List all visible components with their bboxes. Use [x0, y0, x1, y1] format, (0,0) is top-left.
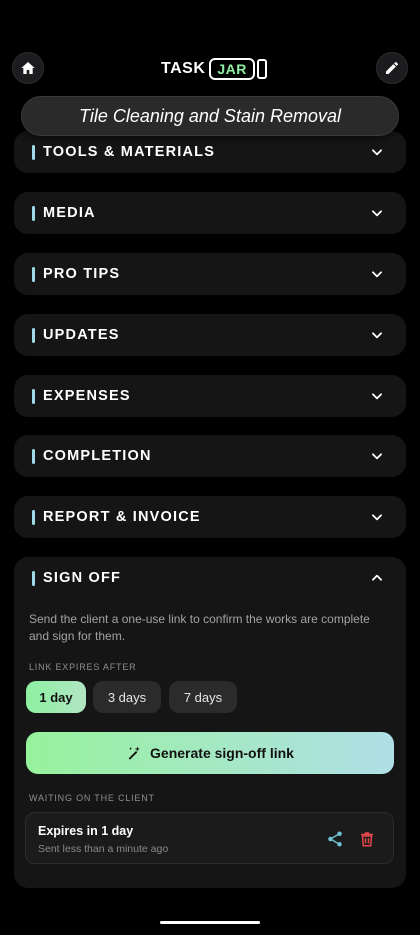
chevron-down-icon [372, 393, 382, 400]
section-tools-materials[interactable]: TOOLS & MATERIALS [14, 131, 406, 173]
magic-wand-icon [128, 746, 141, 760]
section-accent-bar [32, 509, 35, 525]
expiry-option-3-days[interactable]: 3 days [93, 681, 161, 713]
section-accent-bar [32, 205, 35, 221]
expiry-option-1-day[interactable]: 1 day [26, 681, 86, 713]
home-icon [21, 62, 35, 74]
task-title: Tile Cleaning and Stain Removal [21, 96, 399, 136]
pending-link-card: Expires in 1 day Sent less than a minute… [25, 812, 394, 864]
pending-link-title: Expires in 1 day [38, 824, 134, 838]
edit-button[interactable] [376, 52, 408, 84]
section-label: TOOLS & MATERIALS [43, 144, 216, 160]
section-accent-bar [32, 144, 35, 160]
trash-icon[interactable] [358, 830, 376, 848]
section-completion[interactable]: COMPLETION [14, 435, 406, 477]
section-label: SIGN OFF [43, 570, 122, 586]
section-accent-bar [32, 327, 35, 343]
sign-off-header[interactable]: SIGN OFF [14, 557, 406, 599]
section-sign-off: SIGN OFF Send the client a one-use link … [14, 557, 406, 888]
section-label: REPORT & INVOICE [43, 509, 201, 525]
section-accent-bar [32, 448, 35, 464]
pending-link-subtitle: Sent less than a minute ago [38, 843, 169, 855]
chevron-down-icon [372, 514, 382, 521]
section-label: PRO TIPS [43, 266, 121, 282]
generate-button-label: Generate sign-off link [150, 745, 294, 761]
chevron-down-icon [372, 149, 382, 156]
sign-off-description: Send the client a one-use link to confir… [29, 612, 370, 643]
section-report-invoice[interactable]: REPORT & INVOICE [14, 496, 406, 538]
section-media[interactable]: MEDIA [14, 192, 406, 234]
chevron-up-icon [372, 574, 382, 581]
expiry-option-7-days[interactable]: 7 days [169, 681, 237, 713]
section-pro-tips[interactable]: PRO TIPS [14, 253, 406, 295]
app-logo: TASK JAR [161, 56, 267, 82]
section-label: EXPENSES [43, 388, 131, 404]
generate-sign-off-link-button[interactable]: Generate sign-off link [26, 732, 394, 774]
pencil-icon [386, 62, 398, 74]
link-expires-label: LINK EXPIRES AFTER [29, 662, 137, 672]
section-label: MEDIA [43, 205, 96, 221]
section-accent-bar [32, 266, 35, 282]
chevron-down-icon [372, 271, 382, 278]
app-header: TASK JAR [0, 48, 420, 88]
section-expenses[interactable]: EXPENSES [14, 375, 406, 417]
jar-lid-icon [256, 59, 267, 79]
chevron-down-icon [372, 332, 382, 339]
section-accent-bar [32, 388, 35, 404]
chevron-down-icon [372, 210, 382, 217]
logo-task-text: TASK [161, 60, 206, 77]
home-button[interactable] [12, 52, 44, 84]
logo-jar-text: JAR [209, 58, 255, 80]
section-label: COMPLETION [43, 448, 152, 464]
chevron-down-icon [372, 453, 382, 460]
section-label: UPDATES [43, 327, 120, 343]
home-indicator[interactable] [160, 921, 260, 924]
section-updates[interactable]: UPDATES [14, 314, 406, 356]
section-accent-bar [32, 570, 35, 586]
share-icon[interactable] [326, 830, 344, 848]
waiting-on-client-label: WAITING ON THE CLIENT [29, 793, 155, 803]
